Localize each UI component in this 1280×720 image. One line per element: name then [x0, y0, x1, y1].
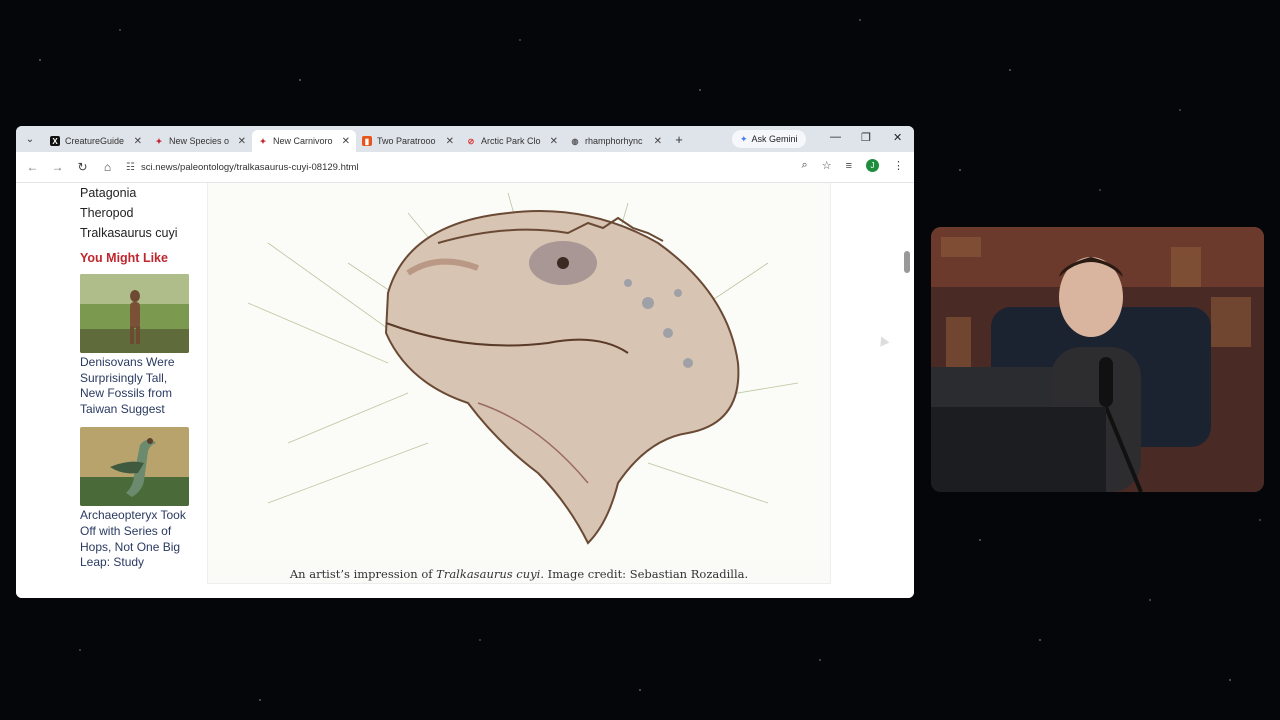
scrollbar-thumb[interactable]: [904, 251, 910, 273]
url-text[interactable]: sci.news/paleontology/tralkasaurus-cuyi-…: [141, 162, 359, 173]
webcam-overlay: [931, 227, 1264, 492]
close-tab-icon[interactable]: ✕: [134, 136, 142, 147]
related-card-title[interactable]: Denisovans Were Surprisingly Tall, New F…: [80, 355, 192, 417]
back-arrow-icon[interactable]: ←: [20, 160, 45, 174]
close-tab-icon[interactable]: ✕: [550, 136, 558, 147]
tag-link[interactable]: Tralkasaurus cuyi: [80, 223, 192, 243]
tab-title: CreatureGuide: [65, 136, 125, 146]
zoom-icon[interactable]: ⌕: [802, 159, 808, 172]
close-tab-icon[interactable]: ✕: [654, 136, 662, 147]
gemini-sparkle-icon: ✦: [740, 133, 748, 144]
tag-link[interactable]: Patagonia: [80, 183, 192, 203]
caption-species: Tralkasaurus cuyi: [436, 567, 541, 581]
tag-link[interactable]: Theropod: [80, 203, 192, 223]
close-tab-icon[interactable]: ✕: [342, 136, 350, 147]
streamer-webcam-feed: [931, 227, 1264, 492]
tab-creatureguide[interactable]: X CreatureGuide ✕: [44, 130, 148, 152]
browser-window: ⌄ X CreatureGuide ✕ ✦ New Species o ✕ ✦ …: [16, 126, 914, 598]
caption-credit: . Image credit: Sebastian Rozadilla.: [540, 567, 749, 581]
x-logo-icon: X: [50, 136, 60, 146]
tralkasaurus-illustration: [208, 183, 828, 561]
bookmark-icon: ▮: [362, 136, 372, 146]
forward-arrow-icon[interactable]: →: [45, 160, 70, 174]
close-tab-icon[interactable]: ✕: [446, 136, 454, 147]
tab-strip: ⌄ X CreatureGuide ✕ ✦ New Species o ✕ ✦ …: [16, 126, 914, 152]
tab-title: Two Paratrooo: [377, 136, 436, 146]
ask-gemini-label: Ask Gemini: [751, 134, 798, 144]
address-bar[interactable]: ☷ sci.news/paleontology/tralkasaurus-cuy…: [126, 162, 359, 173]
home-icon[interactable]: ⌂: [95, 160, 120, 174]
sci-news-icon: ✦: [259, 136, 267, 146]
archaeopteryx-thumbnail[interactable]: [80, 427, 189, 507]
denisovan-thumbnail[interactable]: [80, 274, 189, 353]
maximize-icon[interactable]: ❐: [861, 131, 871, 144]
page-viewport: Patagonia Theropod Tralkasaurus cuyi You…: [16, 183, 914, 598]
tab-title: New Carnivoro: [273, 136, 333, 146]
related-card[interactable]: Denisovans Were Surprisingly Tall, New F…: [80, 274, 192, 417]
reload-icon[interactable]: ↻: [70, 160, 95, 174]
sci-news-icon: ✦: [155, 136, 163, 146]
sidebar: Patagonia Theropod Tralkasaurus cuyi You…: [80, 183, 192, 571]
page-scrollbar[interactable]: [902, 183, 912, 598]
profile-avatar[interactable]: J: [866, 159, 879, 172]
more-menu-icon[interactable]: ⋮: [893, 159, 904, 172]
tab-rhamphorhync[interactable]: ◍ rhamphorhync ✕: [564, 130, 668, 152]
link-icon: ⊘: [467, 136, 475, 146]
tab-new-species[interactable]: ✦ New Species o ✕: [148, 130, 252, 152]
minimize-icon[interactable]: —: [830, 131, 841, 143]
article-figure: An artist’s impression of Tralkasaurus c…: [207, 183, 831, 584]
new-tab-button[interactable]: +: [668, 132, 690, 147]
browser-toolbar: ← → ↻ ⌂ ☷ sci.news/paleontology/tralkasa…: [16, 152, 914, 183]
tab-arctic-park[interactable]: ⊘ Arctic Park Clo ✕: [460, 130, 564, 152]
figure-caption: An artist’s impression of Tralkasaurus c…: [208, 567, 830, 581]
site-info-icon[interactable]: ☷: [126, 162, 135, 173]
tab-two-paratroo[interactable]: ▮ Two Paratrooo ✕: [356, 130, 460, 152]
close-window-icon[interactable]: ✕: [893, 131, 902, 144]
tab-new-carnivoro[interactable]: ✦ New Carnivoro ✕: [252, 130, 356, 152]
related-card-title[interactable]: Archaeopteryx Took Off with Series of Ho…: [80, 508, 192, 570]
ask-gemini-button[interactable]: ✦ Ask Gemini: [732, 130, 806, 148]
tab-title: Arctic Park Clo: [481, 136, 541, 146]
bookmark-star-icon[interactable]: ☆: [822, 159, 832, 172]
related-card[interactable]: Archaeopteryx Took Off with Series of Ho…: [80, 427, 192, 570]
you-might-like-heading: You Might Like: [80, 251, 168, 265]
tab-search-chevron-icon[interactable]: ⌄: [16, 134, 44, 145]
reading-list-icon[interactable]: ≡: [846, 160, 852, 172]
globe-icon: ◍: [571, 136, 579, 146]
caption-prefix: An artist’s impression of: [289, 567, 437, 581]
tab-title: New Species o: [169, 136, 230, 146]
tab-title: rhamphorhync: [585, 136, 643, 146]
close-tab-icon[interactable]: ✕: [238, 136, 246, 147]
